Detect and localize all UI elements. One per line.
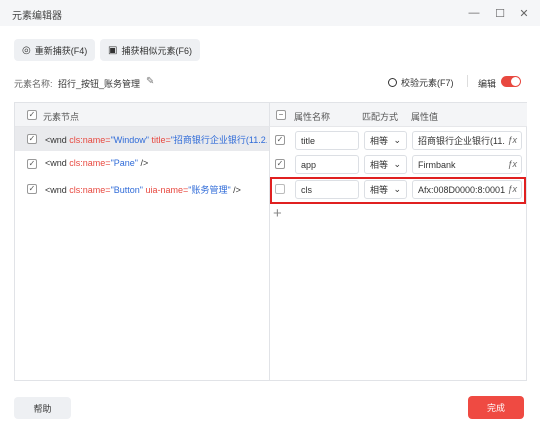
add-attribute-button[interactable]: + xyxy=(273,205,282,222)
node-tag: <wnd xyxy=(45,135,70,145)
help-button[interactable]: 帮助 xyxy=(14,397,71,419)
node-attr-value: "招商银行企业银行(11.2.... xyxy=(170,135,267,145)
attribute-header: − 属性名称 匹配方式 属性值 xyxy=(269,103,527,127)
chevron-down-icon: ⌄ xyxy=(393,135,401,145)
divider xyxy=(467,75,468,87)
attr-value-input[interactable]: Firmbank ƒx xyxy=(412,155,522,174)
tree-node-text: <wnd cls:name="Window" title="招商银行企业银行(1… xyxy=(45,133,267,146)
recapture-button[interactable]: ◎ 重新捕获(F4) xyxy=(14,39,96,61)
verify-element-button[interactable]: 校验元素(F7) xyxy=(388,76,454,89)
fx-icon[interactable]: ƒx xyxy=(505,159,517,169)
node-attr-name: cls:name= xyxy=(69,158,111,168)
tree-row[interactable]: ✓ <wnd cls:name="Button" uia-name="账务管理"… xyxy=(15,177,269,201)
attr-select-all-checkbox[interactable]: − xyxy=(276,110,286,120)
match-mode-value: 相等 xyxy=(370,160,389,170)
node-attr-name: cls:name= xyxy=(69,135,111,145)
capture-similar-button[interactable]: ▣ 捕获相似元素(F6) xyxy=(100,39,200,61)
capture-similar-label: 捕获相似元素(F6) xyxy=(121,45,192,56)
match-mode-select[interactable]: 相等 ⌄ xyxy=(364,131,407,150)
tree-row-checkbox[interactable]: ✓ xyxy=(27,159,37,169)
target-icon: ◎ xyxy=(22,44,31,56)
node-tag-close: /> xyxy=(137,158,149,168)
highlight-box xyxy=(270,177,526,204)
capture-icon: ▣ xyxy=(108,44,118,56)
tree-row[interactable]: ✓ <wnd cls:name="Window" title="招商银行企业银行… xyxy=(15,127,269,151)
tree-header-label: 元素节点 xyxy=(43,112,80,122)
attr-row-checkbox[interactable]: ✓ xyxy=(275,159,285,169)
attr-value-input[interactable]: 招商银行企业银行(11.2. ƒx xyxy=(412,131,522,150)
tree-node-text: <wnd cls:name="Pane" /> xyxy=(45,158,267,168)
fx-icon[interactable]: ƒx xyxy=(505,135,517,145)
window-title: 元素编辑器 xyxy=(12,11,62,22)
node-attr-value: "Button" xyxy=(110,185,143,195)
attr-value-text: 招商银行企业银行(11.2. xyxy=(418,136,513,146)
col-match-mode: 匹配方式 xyxy=(362,112,399,122)
node-attr-name: title= xyxy=(148,135,171,145)
tree-node-text: <wnd cls:name="Button" uia-name="账务管理" /… xyxy=(45,183,267,196)
recapture-label: 重新捕获(F4) xyxy=(34,45,88,56)
tree-row-checkbox[interactable]: ✓ xyxy=(27,184,37,194)
tree-header: ✓ 元素节点 xyxy=(15,103,269,127)
done-button[interactable]: 完成 xyxy=(468,396,524,419)
match-mode-select[interactable]: 相等 ⌄ xyxy=(364,155,407,174)
attr-value-text: Firmbank xyxy=(418,159,456,170)
chevron-down-icon: ⌄ xyxy=(393,159,401,169)
element-name-label: 元素名称: xyxy=(14,79,53,89)
node-attr-value: "Window" xyxy=(110,135,149,145)
match-mode-value: 相等 xyxy=(370,136,389,146)
tree-select-all-checkbox[interactable]: ✓ xyxy=(27,110,37,120)
node-attr-value: "Pane" xyxy=(110,158,138,168)
tree-row-checkbox[interactable]: ✓ xyxy=(27,134,37,144)
node-attr-value: "账务管理" xyxy=(188,185,231,195)
node-tag-close: /> xyxy=(230,185,241,195)
edit-toggle[interactable] xyxy=(501,76,521,87)
element-name-value: 招行_按钮_账务管理 xyxy=(58,79,141,89)
title-bar: 元素编辑器 — ☐ ✕ xyxy=(0,0,540,26)
tree-row[interactable]: ✓ <wnd cls:name="Pane" /> xyxy=(15,152,269,176)
attr-row-checkbox[interactable]: ✓ xyxy=(275,135,285,145)
lightbulb-icon xyxy=(388,78,397,87)
col-attr-name: 属性名称 xyxy=(294,112,331,122)
col-attr-value: 属性值 xyxy=(411,112,439,122)
node-tag: <wnd xyxy=(45,185,70,195)
edit-label: 编辑 xyxy=(478,79,497,89)
pencil-icon[interactable]: ✎ xyxy=(146,76,154,87)
node-attr-name: uia-name= xyxy=(142,185,189,195)
node-tag: <wnd xyxy=(45,158,70,168)
attr-name-input[interactable]: app xyxy=(295,155,359,174)
minimize-button[interactable]: — xyxy=(464,3,484,23)
node-attr-name: cls:name= xyxy=(69,185,111,195)
maximize-button[interactable]: ☐ xyxy=(490,3,510,23)
verify-element-label: 校验元素(F7) xyxy=(401,78,454,88)
close-button[interactable]: ✕ xyxy=(514,3,534,23)
attr-name-input[interactable]: title xyxy=(295,131,359,150)
